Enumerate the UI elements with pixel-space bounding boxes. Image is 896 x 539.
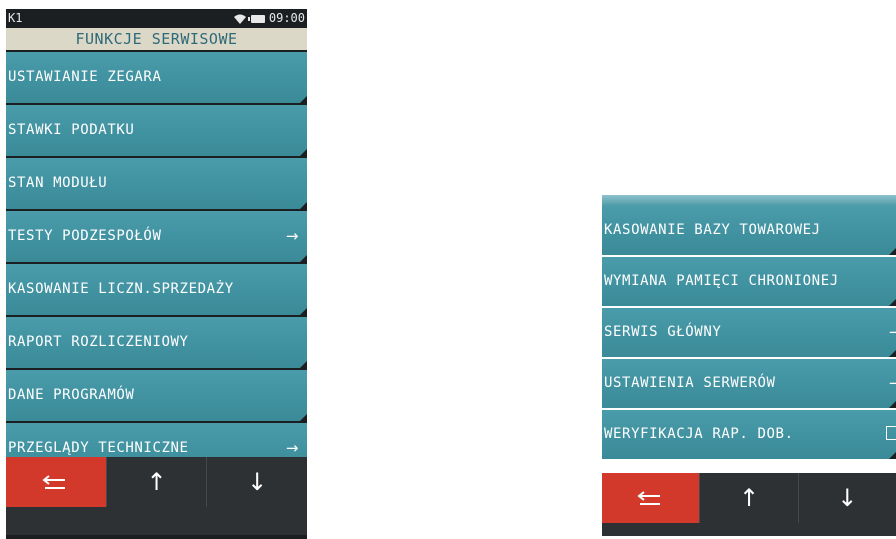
submenu-arrow-icon: → [888,374,896,392]
menu-item-label: SERWIS GŁÓWNY [604,324,722,340]
scroll-down-button[interactable]: ↓ [797,473,896,523]
menu-item-label: DANE PROGRAMÓW [8,387,135,403]
menu-item-weryfikacja-rap-dob[interactable]: WERYFIKACJA RAP. DOB. [602,410,896,459]
left-device-screen: K1 09:00 FUNKCJE SERWISOWE USTAWIANIE ZE… [6,9,307,539]
scroll-down-button[interactable]: ↓ [206,457,307,507]
menu-item-label: WERYFIKACJA RAP. DOB. [604,426,794,442]
menu-item-label: RAPORT ROZLICZENIOWY [8,334,189,350]
battery-icon [247,14,265,23]
menu-item-label: USTAWIANIE ZEGARA [8,69,162,85]
right-device-screen: KASOWANIE BAZY TOWAROWEJ WYMIANA PAMIĘCI… [602,195,896,536]
wifi-icon [233,14,246,24]
menu-item-label: WYMIANA PAMIĘCI CHRONIONEJ [604,273,839,289]
bottom-nav: ↑ ↓ [6,457,307,535]
menu-item-label: TESTY PODZESPOŁÓW [8,228,162,244]
menu-item-label: STAN MODUŁU [8,175,108,191]
checkbox-icon[interactable] [886,426,896,440]
status-right: 09:00 [233,9,305,28]
service-menu: USTAWIANIE ZEGARA STAWKI PODATKU STAN MO… [6,52,307,476]
menu-item-label: PRZEGLĄDY TECHNICZNE [8,440,189,456]
menu-item-kasowanie-liczn-sprzedazy[interactable]: KASOWANIE LICZN.SPRZEDAŻY [6,264,307,315]
submenu-arrow-icon: → [888,323,896,341]
menu-item-label: USTAWIENIA SERWERÓW [604,375,776,391]
menu-item-stawki-podatku[interactable]: STAWKI PODATKU [6,105,307,156]
menu-item-serwis-glowny[interactable]: SERWIS GŁÓWNY → [602,308,896,357]
menu-item-wymiana-pamieci-chronionej[interactable]: WYMIANA PAMIĘCI CHRONIONEJ [602,257,896,306]
station-label: K1 [8,11,23,25]
service-menu-scrolled: KASOWANIE BAZY TOWAROWEJ WYMIANA PAMIĘCI… [602,206,896,461]
scroll-up-button[interactable]: ↑ [105,457,207,507]
menu-item-label: KASOWANIE BAZY TOWAROWEJ [604,222,821,238]
menu-item-dane-programow[interactable]: DANE PROGRAMÓW [6,370,307,421]
bottom-nav: ↑ ↓ [602,473,896,536]
menu-item-testy-podzespolow[interactable]: TESTY PODZESPOŁÓW → [6,211,307,262]
menu-item-kasowanie-bazy-towarowej[interactable]: KASOWANIE BAZY TOWAROWEJ [602,206,896,255]
return-arrow-icon [42,475,65,489]
menu-item-raport-rozliczeniowy[interactable]: RAPORT ROZLICZENIOWY [6,317,307,368]
return-arrow-icon [637,491,660,505]
status-bar: K1 09:00 [6,9,307,28]
page-title: FUNKCJE SERWISOWE [6,28,307,50]
menu-item-ustawienia-serwerow[interactable]: USTAWIENIA SERWERÓW → [602,359,896,408]
menu-item-ustawianie-zegara[interactable]: USTAWIANIE ZEGARA [6,52,307,103]
menu-item-stan-modulu[interactable]: STAN MODUŁU [6,158,307,209]
submenu-arrow-icon: → [285,227,299,245]
menu-item-label: KASOWANIE LICZN.SPRZEDAŻY [8,281,234,297]
menu-item-label: STAWKI PODATKU [8,122,135,138]
scroll-up-button[interactable]: ↑ [699,473,797,523]
back-button[interactable] [602,473,700,523]
back-button[interactable] [6,457,106,507]
clock: 09:00 [268,11,305,25]
